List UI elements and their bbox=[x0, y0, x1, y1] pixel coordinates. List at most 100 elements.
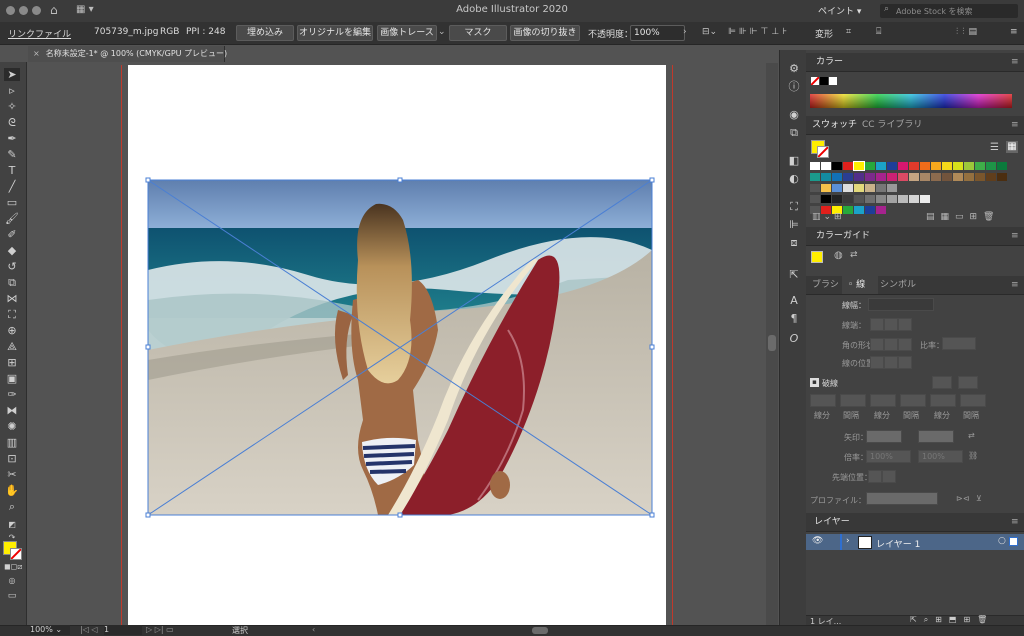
dash-input-2[interactable] bbox=[870, 394, 896, 407]
tab-swatches[interactable]: スウォッチ bbox=[812, 116, 857, 134]
embed-button[interactable]: 埋め込み bbox=[236, 25, 294, 41]
align-dash-button[interactable] bbox=[958, 376, 978, 389]
layer-action-icons[interactable]: ⇱⌕⊞⬒⊞🗑 bbox=[910, 615, 994, 625]
color-panel-title[interactable]: カラー bbox=[816, 53, 843, 71]
layers-panel-title[interactable]: レイヤー bbox=[814, 513, 850, 531]
vertical-scroll-thumb[interactable] bbox=[768, 335, 776, 351]
align-to-icon[interactable]: ⊟⌄ bbox=[702, 27, 717, 37]
none-color-icon[interactable] bbox=[811, 77, 819, 85]
appearance-icon[interactable]: ◉ bbox=[787, 108, 801, 122]
default-colors-icon[interactable]: ◩ ↷ bbox=[4, 518, 20, 542]
link-scale-icon[interactable]: ⛓ bbox=[968, 451, 978, 460]
selection-bounding-box[interactable] bbox=[145, 177, 655, 518]
artboard-tool-icon[interactable]: ⊡ bbox=[4, 452, 20, 465]
gap-input-2[interactable] bbox=[900, 394, 926, 407]
harmony-rules-icon[interactable]: ◍ bbox=[834, 250, 843, 261]
visibility-eye-icon[interactable]: 👁 bbox=[812, 536, 823, 546]
swap-arrowheads-icon[interactable]: ⇄ bbox=[968, 431, 975, 440]
control-bar-menu-icon[interactable]: ≡ bbox=[1010, 27, 1018, 37]
link-file-label[interactable]: リンクファイル bbox=[8, 27, 71, 40]
opacity-input[interactable]: 100% bbox=[630, 25, 685, 41]
shape-builder-tool-icon[interactable]: ⊕ bbox=[4, 324, 20, 337]
stroke-panel-menu-icon[interactable]: ≡ bbox=[1011, 276, 1019, 294]
target-layer-icon[interactable]: ○ bbox=[998, 536, 1006, 546]
line-tool-icon[interactable]: ╱ bbox=[4, 180, 20, 193]
round-cap-button[interactable] bbox=[884, 318, 898, 331]
layers-panel-menu-icon[interactable]: ≡ bbox=[1011, 513, 1019, 531]
free-transform-tool-icon[interactable]: ⛶ bbox=[4, 308, 20, 321]
start-arrowhead-select[interactable] bbox=[866, 430, 902, 443]
column-graph-tool-icon[interactable]: ▥ bbox=[4, 436, 20, 449]
hand-tool-icon[interactable]: ✋ bbox=[4, 484, 20, 497]
magic-wand-tool-icon[interactable]: ✧ bbox=[4, 100, 20, 113]
color-guide-menu-icon[interactable]: ≡ bbox=[1011, 227, 1019, 245]
edit-original-button[interactable]: オリジナルを編集 bbox=[297, 25, 373, 41]
white-color-icon[interactable] bbox=[829, 77, 837, 85]
direct-selection-tool-icon[interactable]: ▹ bbox=[4, 84, 20, 97]
symbol-sprayer-tool-icon[interactable]: ✺ bbox=[4, 420, 20, 433]
expand-layer-icon[interactable]: › bbox=[846, 536, 850, 546]
character-icon[interactable]: A bbox=[787, 294, 801, 308]
image-trace-dropdown-icon[interactable]: ⌄ bbox=[438, 27, 446, 37]
swatch-library-icons[interactable]: ▥⌄⊞ bbox=[812, 212, 845, 222]
drawing-mode-icon[interactable]: ◎ bbox=[4, 574, 20, 587]
distribute-icons[interactable]: ⫶⫶▤ bbox=[956, 27, 981, 37]
tab-brush[interactable]: ブラシ bbox=[812, 276, 839, 294]
artboard-nav-prev-icons[interactable]: |◁ ◁ bbox=[80, 625, 98, 634]
lasso-tool-icon[interactable]: ᘓ bbox=[4, 116, 20, 129]
handle-bottom-right[interactable] bbox=[649, 512, 655, 518]
pathfinder-icon[interactable]: ⧈ bbox=[787, 236, 801, 250]
miter-join-button[interactable] bbox=[870, 338, 884, 351]
curvature-tool-icon[interactable]: ✎ bbox=[4, 148, 20, 161]
start-scale-input[interactable]: 100% bbox=[866, 450, 911, 463]
rectangle-tool-icon[interactable]: ▭ bbox=[4, 196, 20, 209]
color-guide-base-swatch[interactable] bbox=[811, 251, 823, 263]
edit-colors-icon[interactable]: ⇄ bbox=[850, 250, 858, 260]
transform-icon[interactable]: ⌗ bbox=[846, 27, 851, 37]
handle-top-left[interactable] bbox=[145, 177, 151, 183]
layer-name[interactable]: レイヤー 1 bbox=[876, 537, 920, 550]
zoom-select[interactable]: 100% ⌄ bbox=[30, 625, 70, 635]
rotate-tool-icon[interactable]: ↺ bbox=[4, 260, 20, 273]
arrow-tip-at-end-button[interactable] bbox=[882, 470, 896, 483]
end-arrowhead-select[interactable] bbox=[918, 430, 954, 443]
screen-mode-icon[interactable]: ▭ bbox=[4, 590, 20, 603]
properties-icon[interactable]: ⚙ bbox=[787, 62, 801, 76]
gap-input-1[interactable] bbox=[840, 394, 866, 407]
selection-tool-icon[interactable]: ➤ bbox=[4, 68, 20, 81]
stock-search-input[interactable]: ⌕ Adobe Stock を検索 bbox=[880, 4, 1018, 18]
align-inside-button[interactable] bbox=[884, 356, 898, 369]
isolate-icon[interactable]: ⌸ bbox=[876, 27, 881, 37]
width-tool-icon[interactable]: ⋈ bbox=[4, 292, 20, 305]
image-trace-button[interactable]: 画像トレース bbox=[377, 25, 437, 41]
swatch-action-icons[interactable]: ▤▦▭⊞🗑 bbox=[926, 212, 1000, 222]
info-icon[interactable]: ⓘ bbox=[787, 80, 801, 94]
stroke-weight-input[interactable] bbox=[868, 298, 934, 311]
color-mode-buttons-icon[interactable]: ◼◻⧄ bbox=[4, 560, 22, 573]
butt-cap-button[interactable] bbox=[870, 318, 884, 331]
grid-view-icon[interactable]: ▦ bbox=[1006, 141, 1018, 153]
tab-symbol[interactable]: シンボル bbox=[880, 276, 916, 294]
gradient-panel-icon[interactable]: ◐ bbox=[787, 172, 801, 186]
align-panel-icon[interactable]: ⊫ bbox=[787, 218, 801, 232]
arrow-tip-beyond-button[interactable] bbox=[868, 470, 882, 483]
preserve-dash-button[interactable] bbox=[932, 376, 952, 389]
handle-bottom-center[interactable] bbox=[397, 512, 403, 518]
handle-top-right[interactable] bbox=[649, 177, 655, 183]
horizontal-scroll-thumb[interactable] bbox=[532, 627, 548, 634]
opacity-dropdown-icon[interactable]: › bbox=[683, 27, 687, 37]
transform-panel-icon[interactable]: ⛶ bbox=[787, 200, 801, 214]
artboard-nav-next-icons[interactable]: ▷ ▷| ▭ bbox=[146, 625, 174, 634]
tab-stroke[interactable]: ◦ 線 bbox=[842, 276, 878, 294]
mask-button[interactable]: マスク bbox=[449, 25, 507, 41]
flip-along-icon[interactable]: ⊳⊲ bbox=[956, 494, 969, 503]
perspective-grid-tool-icon[interactable]: ⟁ bbox=[4, 340, 20, 353]
gap-input-3[interactable] bbox=[960, 394, 986, 407]
round-join-button[interactable] bbox=[884, 338, 898, 351]
stroke-color-swatch[interactable] bbox=[10, 548, 22, 560]
handle-bottom-left[interactable] bbox=[145, 512, 151, 518]
graphic-styles-icon[interactable]: ⧉ bbox=[787, 126, 801, 140]
transparency-icon[interactable]: ◧ bbox=[787, 154, 801, 168]
mesh-tool-icon[interactable]: ⊞ bbox=[4, 356, 20, 369]
bevel-join-button[interactable] bbox=[898, 338, 912, 351]
